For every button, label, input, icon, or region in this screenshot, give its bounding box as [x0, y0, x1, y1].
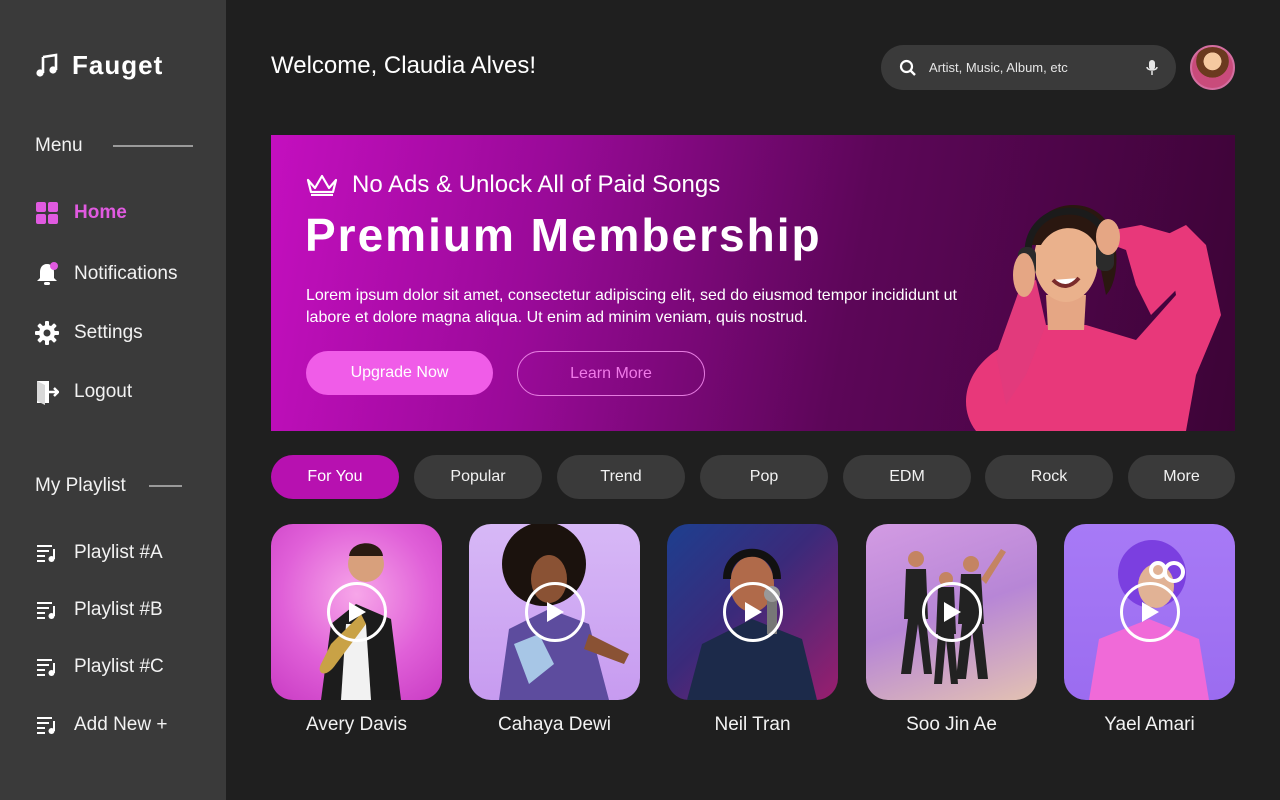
microphone-icon[interactable]: [1146, 59, 1158, 76]
play-icon[interactable]: [1120, 582, 1180, 642]
nav-item-settings[interactable]: Settings: [34, 320, 143, 346]
nav-item-notifications[interactable]: Notifications: [34, 261, 178, 287]
grid-icon: [34, 200, 60, 226]
play-icon[interactable]: [723, 582, 783, 642]
playlist-label: Playlist #C: [74, 656, 164, 677]
nav-label: Notifications: [74, 263, 178, 284]
playlist-icon: [34, 597, 60, 623]
avatar[interactable]: [1190, 45, 1235, 90]
artist-card[interactable]: Neil Tran: [667, 524, 838, 736]
add-playlist-button[interactable]: Add New +: [34, 712, 167, 738]
playlist-icon: [34, 540, 60, 566]
banner-tagline: No Ads & Unlock All of Paid Songs: [352, 171, 721, 198]
playlist-heading: My Playlist: [35, 475, 182, 497]
playlist-label: Playlist #B: [74, 599, 163, 620]
playlist-item-c[interactable]: Playlist #C: [34, 654, 164, 680]
artist-card[interactable]: Yael Amari: [1064, 524, 1235, 736]
menu-heading: Menu: [35, 135, 193, 157]
playlist-item-a[interactable]: Playlist #A: [34, 540, 163, 566]
playlist-heading-label: My Playlist: [35, 475, 126, 496]
artist-name: Cahaya Dewi: [498, 714, 611, 735]
search-bar[interactable]: [881, 45, 1176, 90]
learn-more-button[interactable]: Learn More: [517, 351, 705, 396]
tab-more[interactable]: More: [1128, 455, 1235, 499]
playlist-icon: [34, 712, 60, 738]
banner-tagline-row: No Ads & Unlock All of Paid Songs: [306, 171, 720, 199]
nav-item-home[interactable]: Home: [34, 200, 127, 226]
woman-headphones-image: [966, 204, 1221, 431]
artist-thumbnail[interactable]: [667, 524, 838, 700]
sidebar: Fauget Menu Home Notifications Settings …: [0, 0, 226, 800]
music-note-icon: [36, 52, 58, 77]
logout-icon: [34, 379, 60, 405]
artist-name: Neil Tran: [714, 714, 791, 735]
search-icon: [899, 59, 916, 76]
gear-icon: [34, 320, 60, 346]
menu-heading-label: Menu: [35, 135, 83, 156]
play-icon[interactable]: [327, 582, 387, 642]
crown-icon: [306, 174, 338, 196]
banner-description: Lorem ipsum dolor sit amet, consectetur …: [306, 287, 957, 326]
playlist-label: Add New +: [74, 714, 168, 735]
artist-name: Soo Jin Ae: [906, 714, 997, 735]
artist-thumbnail[interactable]: [271, 524, 442, 700]
tab-for-you[interactable]: For You: [271, 455, 399, 499]
playlist-label: Playlist #A: [74, 542, 163, 563]
artist-thumbnail[interactable]: [469, 524, 640, 700]
page-title: Welcome, Claudia Alves!: [271, 52, 537, 79]
playlist-item-b[interactable]: Playlist #B: [34, 597, 163, 623]
nav-item-logout[interactable]: Logout: [34, 379, 132, 405]
upgrade-now-button[interactable]: Upgrade Now: [306, 351, 493, 395]
artist-name: Avery Davis: [305, 714, 407, 735]
artist-name: Yael Amari: [1104, 714, 1195, 735]
nav-label: Logout: [74, 381, 133, 402]
tab-edm[interactable]: EDM: [843, 455, 971, 499]
artist-card[interactable]: Soo Jin Ae: [866, 524, 1037, 736]
banner-title: Premium Membership: [305, 209, 822, 261]
artist-card[interactable]: Avery Davis: [271, 524, 442, 736]
bell-icon: [34, 261, 60, 287]
tab-popular[interactable]: Popular: [414, 455, 542, 499]
artist-thumbnail[interactable]: [1064, 524, 1235, 700]
tab-rock[interactable]: Rock: [985, 455, 1113, 499]
playlist-icon: [34, 654, 60, 680]
brand-name: Fauget: [72, 50, 164, 80]
brand[interactable]: Fauget: [34, 50, 163, 81]
play-icon[interactable]: [922, 582, 982, 642]
premium-banner: No Ads & Unlock All of Paid Songs Premiu…: [271, 135, 1235, 431]
divider: [112, 145, 193, 147]
tab-pop[interactable]: Pop: [700, 455, 828, 499]
search-input[interactable]: [929, 60, 1134, 75]
artist-thumbnail[interactable]: [866, 524, 1037, 700]
tab-trend[interactable]: Trend: [557, 455, 685, 499]
divider: [148, 485, 182, 487]
nav-label: Home: [74, 202, 127, 223]
play-icon[interactable]: [525, 582, 585, 642]
artist-card[interactable]: Cahaya Dewi: [469, 524, 640, 736]
nav-label: Settings: [74, 322, 143, 343]
